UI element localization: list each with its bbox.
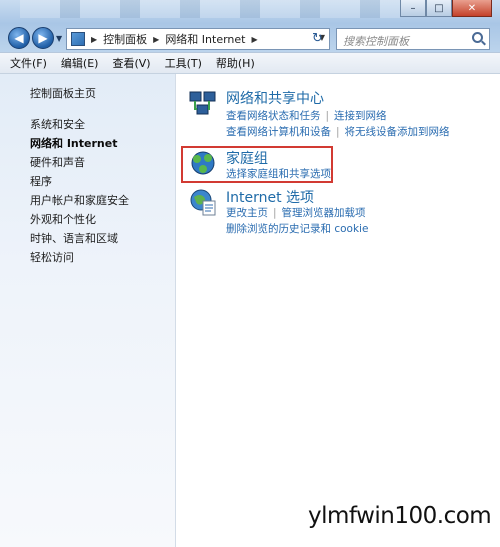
window-controls: – □ ✕ [400,0,492,17]
control-panel-icon [71,32,85,46]
maximize-button[interactable]: □ [426,0,452,17]
link-add-wireless-device[interactable]: 将无线设备添加到网络 [345,126,450,138]
arrow-right-icon: ▶ [38,31,48,45]
titlebar-background [20,0,400,18]
menu-edit[interactable]: 编辑(E) [61,55,99,71]
chevron-right-icon[interactable]: ▶ [153,35,159,44]
forward-button[interactable]: ▶ [32,27,54,49]
sidebar-item-ease-of-access[interactable]: 轻松访问 [30,248,175,267]
chevron-right-icon[interactable]: ▶ [91,35,97,44]
close-button[interactable]: ✕ [452,0,492,17]
link-connect-network[interactable]: 连接到网络 [334,110,387,122]
sidebar-item-clock-region[interactable]: 时钟、语言和区域 [30,229,175,248]
menu-tools[interactable]: 工具(T) [165,55,202,71]
link-view-network-status[interactable]: 查看网络状态和任务 [226,110,321,122]
search-input[interactable]: 搜索控制面板 [336,28,490,50]
address-row: ◀ ▶ ▼ ▶ 控制面板 ▶ 网络和 Internet ▶ ▼ ↻ 搜索控制面板 [0,22,500,52]
links-row: 查看网络状态和任务 | 连接到网络 [226,108,450,124]
menu-view[interactable]: 查看(V) [112,55,150,71]
links-row: 更改主页 | 管理浏览器加载项 [226,205,368,221]
internet-options-links: 更改主页 | 管理浏览器加载项 删除浏览的历史记录和 cookie [226,205,368,237]
sidebar-item-system-security[interactable]: 系统和安全 [30,115,175,134]
menu-bar: 文件(F) 编辑(E) 查看(V) 工具(T) 帮助(H) [0,52,500,74]
search-placeholder: 搜索控制面板 [343,35,409,48]
link-view-network-computers[interactable]: 查看网络计算机和设备 [226,126,331,138]
breadcrumb-network-internet[interactable]: 网络和 Internet [165,31,245,47]
chevron-right-icon[interactable]: ▶ [252,35,258,44]
divider: | [273,207,277,219]
menu-help[interactable]: 帮助(H) [216,55,255,71]
sidebar-item-programs[interactable]: 程序 [30,172,175,191]
link-delete-history-cookies[interactable]: 删除浏览的历史记录和 cookie [226,223,368,235]
network-sharing-icon [189,91,216,115]
main-content: 网络和共享中心 查看网络状态和任务 | 连接到网络 查看网络计算机和设备 | 将无线设备… [176,74,500,547]
sidebar: 控制面板主页 系统和安全 网络和 Internet 硬件和声音 程序 用户帐户和… [0,74,176,547]
divider: | [325,110,330,122]
back-button[interactable]: ◀ [8,27,30,49]
menu-file[interactable]: 文件(F) [10,55,47,71]
internet-options-icon [190,189,216,216]
highlight-box [181,146,333,183]
network-sharing-links: 查看网络状态和任务 | 连接到网络 查看网络计算机和设备 | 将无线设备添加到网络 [226,108,450,140]
links-row: 删除浏览的历史记录和 cookie [226,221,368,237]
minimize-button[interactable]: – [400,0,426,17]
sidebar-item-hardware-sound[interactable]: 硬件和声音 [30,153,175,172]
links-row: 查看网络计算机和设备 | 将无线设备添加到网络 [226,124,450,140]
breadcrumb-control-panel[interactable]: 控制面板 [103,31,147,47]
divider: | [336,126,340,138]
watermark-text: ylmfwin100.com [308,503,492,529]
link-change-homepage[interactable]: 更改主页 [226,207,268,219]
sidebar-item-home[interactable]: 控制面板主页 [30,84,175,103]
address-bar[interactable]: ▶ 控制面板 ▶ 网络和 Internet ▶ ▼ [66,28,330,50]
sidebar-item-network-internet[interactable]: 网络和 Internet [30,134,175,153]
link-manage-addons[interactable]: 管理浏览器加载项 [282,207,366,219]
network-sharing-title[interactable]: 网络和共享中心 [226,88,324,108]
search-icon[interactable] [472,32,483,43]
sidebar-item-user-accounts[interactable]: 用户帐户和家庭安全 [30,191,175,210]
history-dropdown-icon[interactable]: ▼ [56,34,62,43]
sidebar-item-appearance[interactable]: 外观和个性化 [30,210,175,229]
internet-options-title[interactable]: Internet 选项 [226,187,314,207]
arrow-left-icon: ◀ [14,31,24,45]
refresh-icon[interactable]: ↻ [312,31,323,46]
